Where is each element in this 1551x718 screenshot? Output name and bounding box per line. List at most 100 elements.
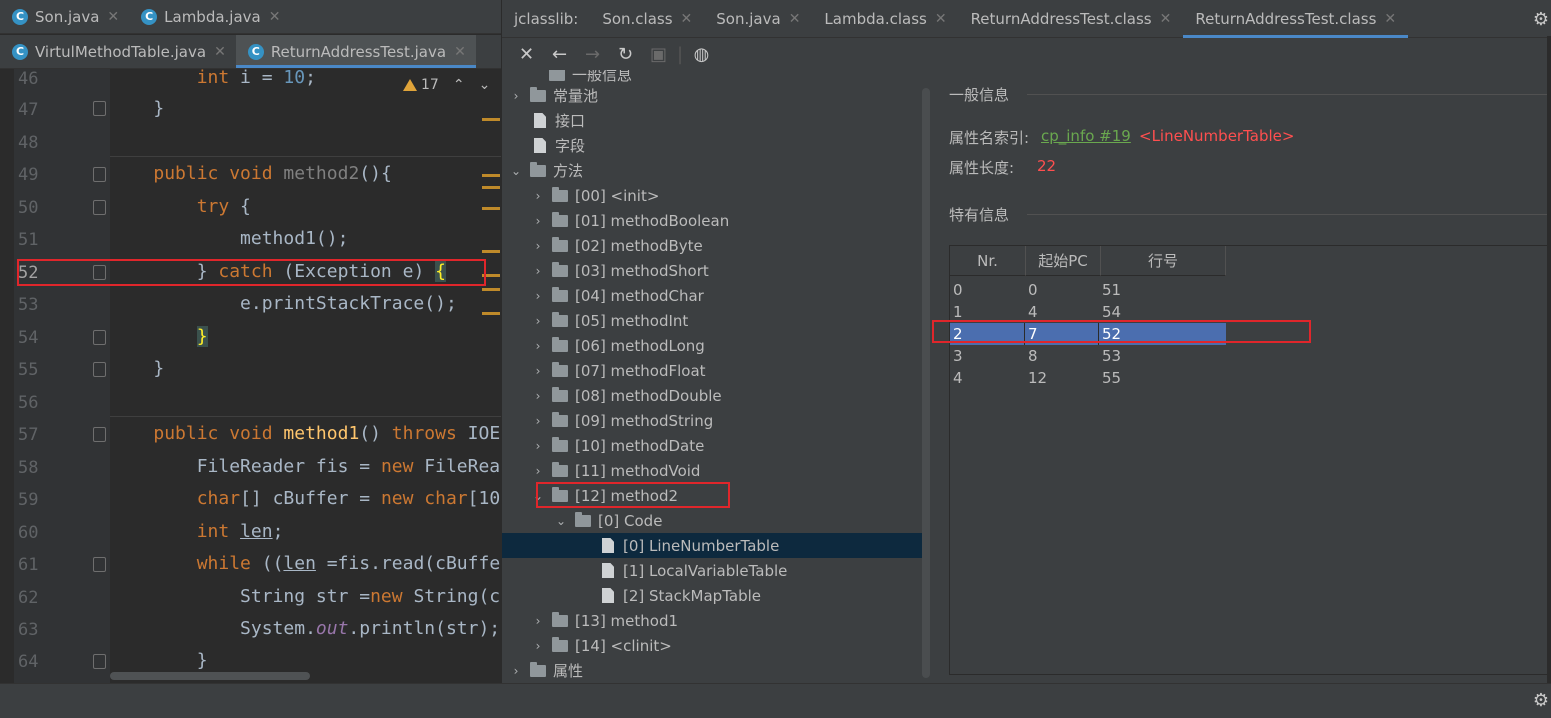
table-row[interactable]: 3 8 53 xyxy=(950,345,1226,367)
line-number-table[interactable]: Nr. 起始PC 行号 0 0 51 1 4 54 2 7 52 3 8 53 … xyxy=(949,245,1551,675)
fold-marker-icon[interactable] xyxy=(93,330,106,345)
tab-son-class[interactable]: Son.class ✕ xyxy=(590,0,704,37)
column-header-start-pc[interactable]: 起始PC xyxy=(1026,246,1101,276)
back-arrow-icon[interactable]: ← xyxy=(543,40,576,68)
close-icon[interactable]: ✕ xyxy=(681,11,693,27)
code-line-55[interactable]: } xyxy=(110,352,501,384)
code-line-54[interactable]: } xyxy=(110,320,501,352)
tree-node-fields[interactable]: 字段 xyxy=(502,133,930,158)
error-stripe-marker[interactable] xyxy=(482,207,500,210)
fold-marker-icon[interactable] xyxy=(93,654,106,669)
error-stripe-marker[interactable] xyxy=(482,186,500,189)
code-line-57[interactable]: public void method1() throws IOE xyxy=(110,417,501,449)
gear-icon[interactable]: ⚙ xyxy=(1533,690,1549,711)
tree-node-constant-pool[interactable]: › 常量池 xyxy=(502,83,930,108)
tree-node-method[interactable]: › [14] <clinit> xyxy=(502,633,930,658)
tree-node-method[interactable]: › [03] methodShort xyxy=(502,258,930,283)
fold-marker-icon[interactable] xyxy=(93,200,106,215)
tree-node-methods[interactable]: ⌄ 方法 xyxy=(502,158,930,183)
code-line-51[interactable]: method1(); xyxy=(110,222,501,254)
code-editor[interactable]: C Son.java ✕ C Lambda.java ✕ C VirtulMet… xyxy=(0,0,501,718)
tree-node-method2[interactable]: ⌄ [12] method2 xyxy=(502,483,930,508)
fold-marker-icon[interactable] xyxy=(93,557,106,572)
close-icon[interactable]: ✕ xyxy=(107,9,119,25)
close-icon[interactable]: ✕ xyxy=(789,11,801,27)
close-icon[interactable]: ✕ xyxy=(510,40,543,68)
tree-scrollbar[interactable] xyxy=(922,88,930,678)
code-line-63[interactable]: System.out.println(str); xyxy=(110,612,501,644)
code-line-60[interactable]: int len; xyxy=(110,515,501,547)
tree-node-method[interactable]: › [02] methodByte xyxy=(502,233,930,258)
fold-marker-icon[interactable] xyxy=(93,427,106,442)
tree-node-interfaces[interactable]: 接口 xyxy=(502,108,930,133)
class-structure-tree[interactable]: 一般信息 › 常量池 接口 字段 ⌄ 方法 › [00] <init> › [01] m… xyxy=(502,70,930,683)
error-stripe-marker[interactable] xyxy=(482,250,500,253)
column-header-nr[interactable]: Nr. xyxy=(950,246,1026,276)
tree-node-method[interactable]: › [10] methodDate xyxy=(502,433,930,458)
code-line-58[interactable]: FileReader fis = new FileRea xyxy=(110,450,501,482)
inspection-widget[interactable]: 17 ⌃ ⌄ xyxy=(403,77,491,93)
chevron-down-icon[interactable]: ⌄ xyxy=(479,77,491,93)
column-header-line-number[interactable]: 行号 xyxy=(1101,246,1226,276)
error-stripe-marker[interactable] xyxy=(482,118,500,121)
tree-node-method[interactable]: › [01] methodBoolean xyxy=(502,208,930,233)
code-line-62[interactable]: String str =new String(c xyxy=(110,580,501,612)
save-icon[interactable]: ▣ xyxy=(642,40,675,68)
close-icon[interactable]: ✕ xyxy=(935,11,947,27)
code-line-50[interactable]: try { xyxy=(110,190,501,222)
close-icon[interactable]: ✕ xyxy=(454,44,466,60)
horizontal-scrollbar[interactable] xyxy=(110,672,310,680)
tab-label: ReturnAddressTest.class xyxy=(1195,9,1377,28)
code-line-52[interactable]: } catch (Exception e) { xyxy=(110,255,501,287)
folder-icon xyxy=(552,461,568,477)
code-line-53[interactable]: e.printStackTrace(); xyxy=(110,287,501,319)
tree-node-method[interactable]: › [07] methodFloat xyxy=(502,358,930,383)
tree-node-code[interactable]: ⌄ [0] Code xyxy=(502,508,930,533)
close-icon[interactable]: ✕ xyxy=(1384,11,1396,27)
code-line-47[interactable]: } xyxy=(110,92,501,124)
chevron-up-icon[interactable]: ⌃ xyxy=(453,77,465,93)
tree-node-method[interactable]: › [00] <init> xyxy=(502,183,930,208)
fold-marker-icon[interactable] xyxy=(93,362,106,377)
cp-info-link[interactable]: cp_info #19 xyxy=(1041,127,1131,145)
tree-node-local-variable-table[interactable]: [1] LocalVariableTable xyxy=(502,558,930,583)
tree-node-line-number-table[interactable]: [0] LineNumberTable xyxy=(502,533,930,558)
error-stripe-marker[interactable] xyxy=(482,312,500,315)
tree-node-label: 字段 xyxy=(555,137,586,155)
tree-node-stack-map-table[interactable]: [2] StackMapTable xyxy=(502,583,930,608)
table-row[interactable]: 1 4 54 xyxy=(950,301,1226,323)
web-globe-icon[interactable]: ◍ xyxy=(685,40,718,68)
code-line-49[interactable]: public void method2(){ xyxy=(110,157,501,189)
tab-returnaddresstest-class[interactable]: ReturnAddressTest.class ✕ xyxy=(959,0,1184,37)
tab-lambda-class[interactable]: Lambda.class ✕ xyxy=(812,0,958,37)
tab-son-java[interactable]: Son.java ✕ xyxy=(704,0,812,37)
fold-marker-icon[interactable] xyxy=(93,101,106,116)
error-stripe-marker[interactable] xyxy=(482,174,500,177)
close-icon[interactable]: ✕ xyxy=(269,9,281,25)
code-line-59[interactable]: char[] cBuffer = new char[10 xyxy=(110,482,501,514)
tab-returnaddresstest-class-active[interactable]: ReturnAddressTest.class ✕ xyxy=(1183,0,1408,38)
close-icon[interactable]: ✕ xyxy=(1160,11,1172,27)
refresh-icon[interactable]: ↻ xyxy=(609,40,642,68)
table-row-selected[interactable]: 2 7 52 xyxy=(950,323,1226,345)
tree-node-method[interactable]: › [08] methodDouble xyxy=(502,383,930,408)
code-line-61[interactable]: while ((len =fis.read(cBuffe xyxy=(110,547,501,579)
tab-lambda-java[interactable]: C Lambda.java ✕ xyxy=(129,0,290,33)
error-stripe-marker[interactable] xyxy=(482,288,500,291)
close-icon[interactable]: ✕ xyxy=(214,44,226,60)
tree-node-method[interactable]: › [05] methodInt xyxy=(502,308,930,333)
tree-node-method[interactable]: › [04] methodChar xyxy=(502,283,930,308)
gear-icon[interactable]: ⚙ xyxy=(1533,9,1549,30)
forward-arrow-icon[interactable]: → xyxy=(576,40,609,68)
table-row[interactable]: 0 0 51 xyxy=(950,279,1226,301)
table-row[interactable]: 4 12 55 xyxy=(950,367,1226,389)
tree-node-attributes[interactable]: › 属性 xyxy=(502,658,930,683)
tree-node-method[interactable]: › [11] methodVoid xyxy=(502,458,930,483)
fold-marker-icon[interactable] xyxy=(93,167,106,182)
tree-node-method[interactable]: › [09] methodString xyxy=(502,408,930,433)
error-stripe-marker[interactable] xyxy=(482,274,500,277)
tab-son-java[interactable]: C Son.java ✕ xyxy=(0,0,129,33)
tree-node-method[interactable]: › [13] method1 xyxy=(502,608,930,633)
fold-marker-icon[interactable] xyxy=(93,265,106,280)
tree-node-method[interactable]: › [06] methodLong xyxy=(502,333,930,358)
